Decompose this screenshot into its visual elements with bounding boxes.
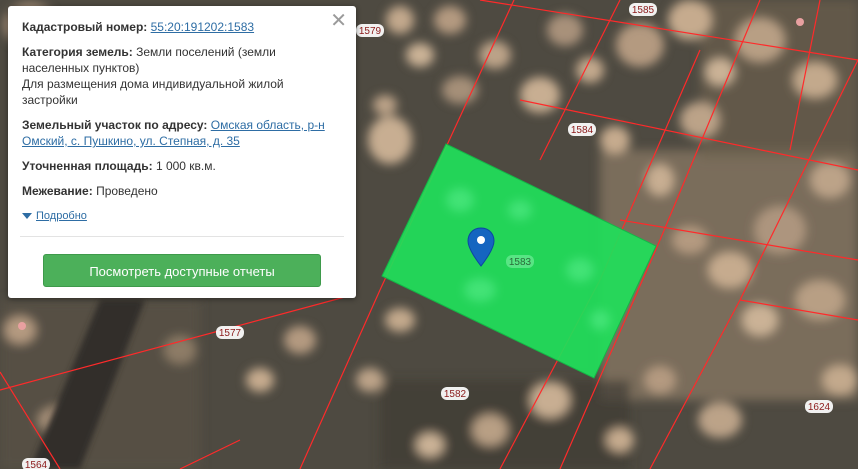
address-link-line1[interactable]: Омская область, р-н bbox=[211, 118, 325, 132]
plot-label-1583: 1583 bbox=[506, 255, 534, 268]
details-link[interactable]: Подробно bbox=[36, 208, 87, 224]
plot-label-1624: 1624 bbox=[805, 400, 833, 413]
svg-text:1564: 1564 bbox=[25, 460, 48, 469]
svg-text:1624: 1624 bbox=[808, 402, 831, 413]
category-value-line4: застройки bbox=[22, 93, 78, 107]
address-row: Земельный участок по адресу: Омская обла… bbox=[22, 117, 342, 149]
plot-label-1564: 1564 bbox=[22, 458, 50, 469]
address-label: Земельный участок по адресу: bbox=[22, 118, 208, 132]
cadastral-number-link[interactable]: 55:20:191202:1583 bbox=[151, 20, 254, 34]
svg-text:1585: 1585 bbox=[632, 5, 655, 16]
survey-value: Проведено bbox=[96, 184, 158, 198]
svg-text:1579: 1579 bbox=[359, 26, 382, 37]
category-value-line1: Земли поселений (земли bbox=[136, 45, 276, 59]
plot-label-1582: 1582 bbox=[441, 387, 469, 400]
category-value-line2: населенных пунктов) bbox=[22, 61, 140, 75]
address-link-line2[interactable]: Омский, с. Пушкино, ул. Степная, д. 35 bbox=[22, 134, 240, 148]
area-label: Уточненная площадь: bbox=[22, 159, 153, 173]
category-label: Категория земель: bbox=[22, 45, 133, 59]
cadastral-label: Кадастровый номер: bbox=[22, 20, 148, 34]
map-point bbox=[18, 322, 26, 330]
area-row: Уточненная площадь: 1 000 кв.м. bbox=[22, 158, 342, 174]
close-icon[interactable]: ✕ bbox=[330, 11, 347, 31]
survey-label: Межевание: bbox=[22, 184, 93, 198]
area-value: 1 000 кв.м. bbox=[155, 159, 216, 173]
plot-label-1579: 1579 bbox=[356, 24, 384, 37]
category-value-line3: Для размещения дома индивидуальной жилой bbox=[22, 77, 284, 91]
category-row: Категория земель: Земли поселений (земли… bbox=[22, 44, 342, 108]
plot-info-popup: ✕ Кадастровый номер: 55:20:191202:1583 К… bbox=[8, 6, 356, 298]
plot-label-1584: 1584 bbox=[568, 123, 596, 136]
divider bbox=[20, 236, 344, 237]
triangle-down-icon bbox=[22, 213, 32, 219]
map-point bbox=[796, 18, 804, 26]
view-reports-button[interactable]: Посмотреть доступные отчеты bbox=[43, 254, 321, 287]
svg-text:1584: 1584 bbox=[571, 125, 594, 136]
plot-label-1577: 1577 bbox=[216, 326, 244, 339]
svg-text:1583: 1583 bbox=[509, 257, 532, 268]
plot-label-1585: 1585 bbox=[629, 3, 657, 16]
svg-text:1582: 1582 bbox=[444, 389, 467, 400]
cadastral-row: Кадастровый номер: 55:20:191202:1583 bbox=[22, 19, 342, 35]
survey-row: Межевание: Проведено bbox=[22, 183, 342, 199]
details-toggle[interactable]: Подробно bbox=[22, 208, 342, 224]
svg-text:1577: 1577 bbox=[219, 328, 242, 339]
